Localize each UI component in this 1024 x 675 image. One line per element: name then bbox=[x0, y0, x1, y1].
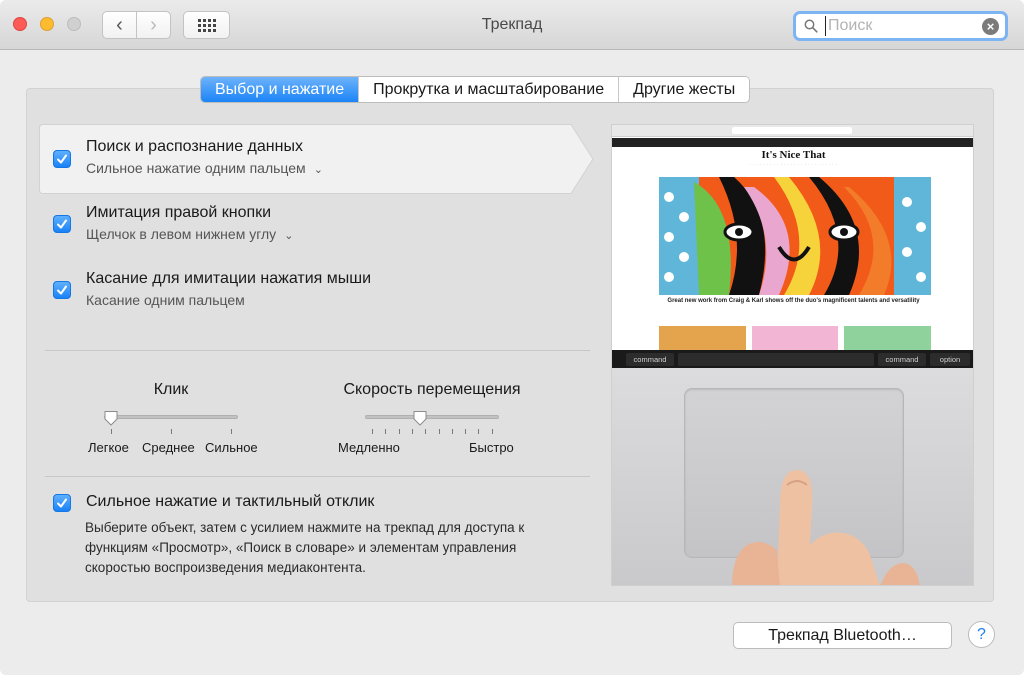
search-input[interactable] bbox=[825, 16, 975, 36]
gesture-preview: It's Nice That · · · · · · · · · · · · ·… bbox=[611, 124, 974, 586]
title-bar: ‹ › Трекпад × bbox=[0, 0, 1024, 50]
click-label-medium: Среднее bbox=[142, 440, 195, 455]
secondary-click-value: Щелчок в левом нижнем углу bbox=[86, 226, 277, 242]
lookup-checkbox[interactable] bbox=[53, 150, 71, 168]
tracking-speed-title: Скорость перемещения bbox=[343, 381, 521, 398]
force-click-checkbox[interactable] bbox=[53, 494, 71, 512]
tick-mark bbox=[171, 429, 172, 434]
tab-more-gestures[interactable]: Другие жесты bbox=[618, 77, 750, 102]
tab-bar: Выбор и нажатие Прокрутка и масштабирова… bbox=[200, 76, 751, 103]
tab-scroll-and-zoom[interactable]: Прокрутка и масштабирование bbox=[358, 77, 619, 102]
click-label-light: Легкое bbox=[88, 440, 129, 455]
tracking-speed-thumb[interactable] bbox=[413, 410, 427, 426]
tick-mark bbox=[385, 429, 387, 434]
tick-mark bbox=[425, 429, 427, 434]
tick-mark bbox=[111, 429, 112, 434]
click-label-firm: Сильное bbox=[205, 440, 258, 455]
lookup-gesture-popup[interactable]: Сильное нажатие одним пальцем ⌄ bbox=[86, 160, 323, 176]
tick-mark bbox=[491, 429, 493, 434]
click-slider-thumb[interactable] bbox=[104, 410, 118, 426]
bluetooth-trackpad-button[interactable]: Трекпад Bluetooth… bbox=[733, 622, 952, 649]
secondary-click-checkbox[interactable] bbox=[53, 215, 71, 233]
tick-mark bbox=[398, 429, 400, 434]
tick-mark bbox=[438, 429, 440, 434]
tap-to-click-checkbox[interactable] bbox=[53, 281, 71, 299]
lookup-title: Поиск и распознание данных bbox=[86, 138, 303, 155]
tick-mark bbox=[451, 429, 453, 434]
force-click-description: Выберите объект, затем с усилием нажмите… bbox=[85, 520, 525, 575]
tick-mark bbox=[231, 429, 232, 434]
chevron-down-icon: ⌄ bbox=[313, 164, 323, 176]
help-button[interactable]: ? bbox=[968, 621, 995, 648]
divider bbox=[45, 476, 590, 477]
finger-hand-illustration bbox=[732, 470, 920, 585]
tracking-speed-min-label: Медленно bbox=[338, 440, 400, 455]
lookup-gesture-value: Сильное нажатие одним пальцем bbox=[86, 160, 306, 176]
clear-search-icon[interactable]: × bbox=[982, 18, 999, 35]
secondary-click-popup[interactable]: Щелчок в левом нижнем углу ⌄ bbox=[86, 226, 293, 242]
search-icon bbox=[804, 19, 818, 33]
option-lookup-highlight[interactable] bbox=[39, 124, 594, 194]
tracking-speed-track[interactable] bbox=[365, 415, 499, 419]
tick-mark bbox=[411, 429, 413, 434]
chevron-down-icon: ⌄ bbox=[284, 230, 294, 242]
tick-mark bbox=[372, 429, 373, 434]
search-field[interactable]: × bbox=[793, 11, 1008, 41]
tap-to-click-title: Касание для имитации нажатия мыши bbox=[86, 270, 372, 287]
tick-mark bbox=[465, 429, 467, 434]
force-click-title: Сильное нажатие и тактильный отклик bbox=[86, 493, 375, 510]
tap-to-click-subtitle: Касание одним пальцем bbox=[86, 292, 245, 308]
preferences-window: ‹ › Трекпад × Выбор и нажатие Прокрутка … bbox=[0, 0, 1024, 675]
tick-mark bbox=[478, 429, 480, 434]
click-slider-track[interactable] bbox=[104, 415, 238, 419]
divider bbox=[45, 350, 590, 351]
secondary-click-title: Имитация правой кнопки bbox=[86, 204, 272, 221]
tracking-speed-max-label: Быстро bbox=[469, 440, 514, 455]
click-slider-title: Клик bbox=[153, 381, 189, 398]
tab-point-and-click[interactable]: Выбор и нажатие bbox=[201, 77, 359, 102]
